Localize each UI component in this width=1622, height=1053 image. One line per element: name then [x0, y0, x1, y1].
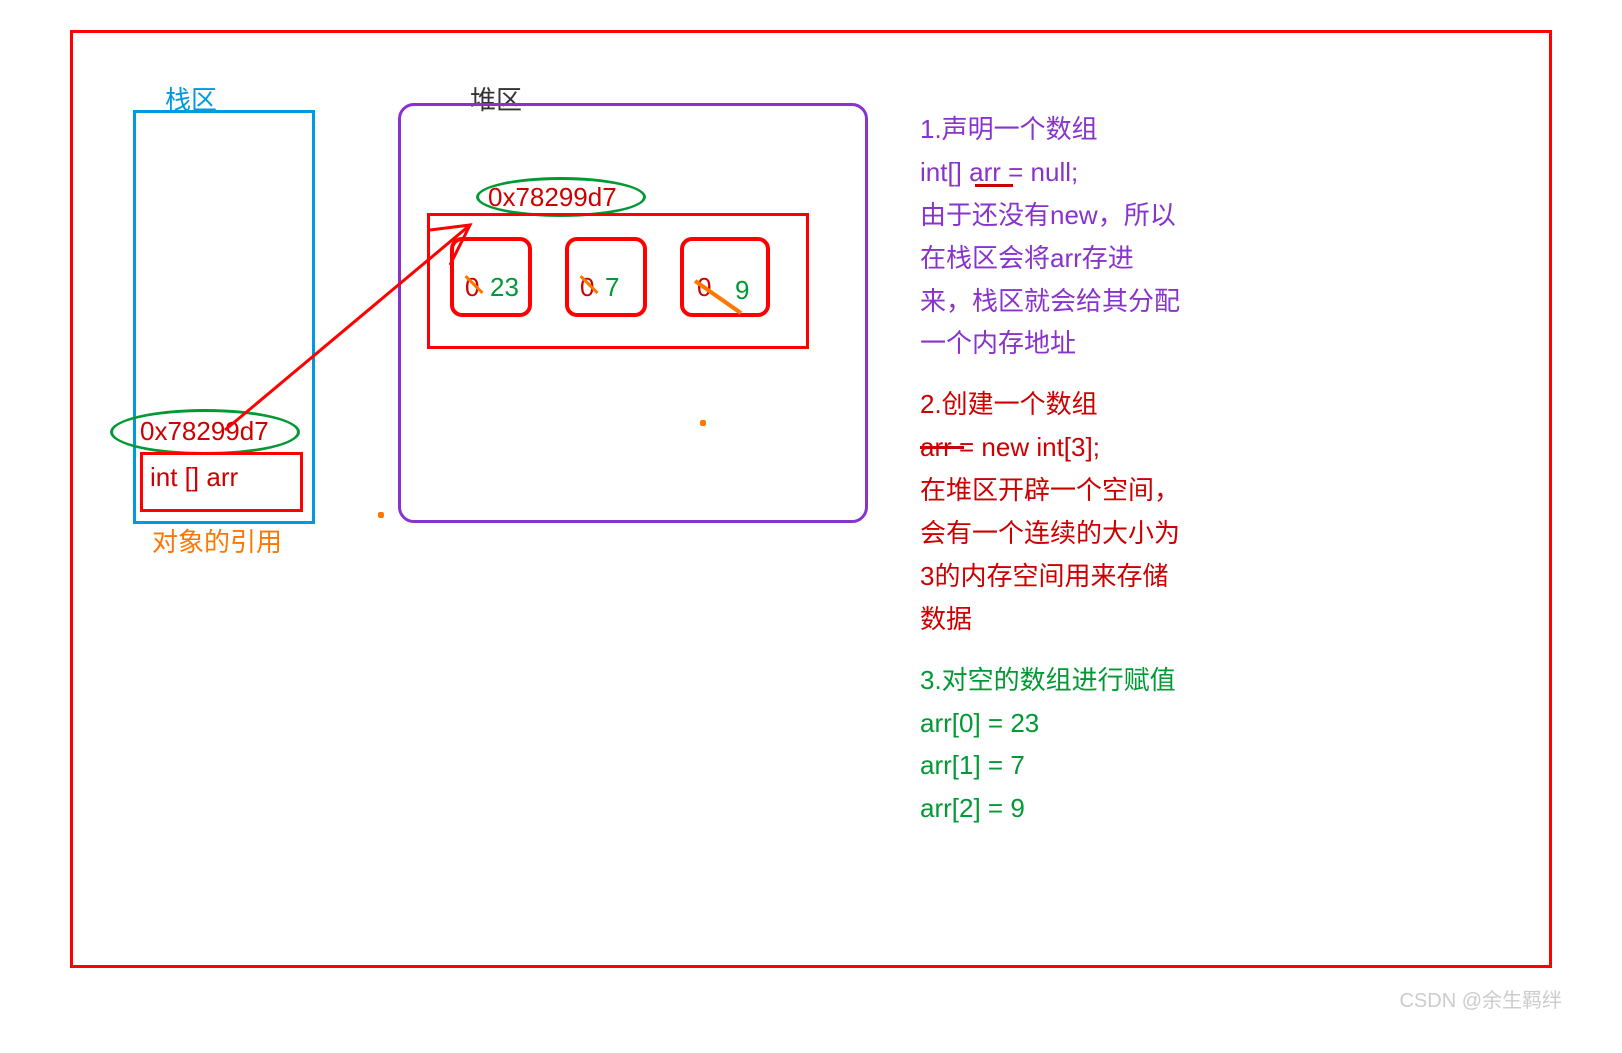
array-cell-1-value: 7	[605, 272, 619, 303]
section-3: 3.对空的数组进行赋值 arr[0] = 23 arr[1] = 7 arr[2…	[920, 659, 1180, 831]
watermark: CSDN @余生羁绊	[1399, 984, 1562, 1013]
section-1: 1.声明一个数组 int[] arr = null; 由于还没有new，所以在栈…	[920, 108, 1180, 365]
heap-address-text: 0x78299d7	[488, 182, 617, 213]
underline-icon	[920, 446, 964, 449]
array-cell-2-value: 9	[735, 275, 749, 306]
section-2: 2.创建一个数组 arr = new int[3]; 在堆区开辟一个空间，会有一…	[920, 383, 1180, 640]
section-1-body: 由于还没有new，所以在栈区会将arr存进来，栈区就会给其分配一个内存地址	[920, 194, 1180, 366]
section-3-title: 3.对空的数组进行赋值	[920, 659, 1180, 702]
section-3-line-3: arr[2] = 9	[920, 787, 1180, 830]
explanation-column: 1.声明一个数组 int[] arr = null; 由于还没有new，所以在栈…	[920, 108, 1180, 830]
array-cell-0-value: 23	[490, 272, 519, 303]
section-3-line-1: arr[0] = 23	[920, 702, 1180, 745]
dot-icon	[378, 512, 384, 518]
section-2-title: 2.创建一个数组	[920, 383, 1180, 426]
dot-icon	[700, 420, 706, 426]
section-1-title: 1.声明一个数组	[920, 108, 1180, 151]
object-reference-label: 对象的引用	[152, 522, 282, 559]
stack-address-text: 0x78299d7	[140, 416, 269, 447]
stack-variable-text: int [] arr	[150, 462, 238, 493]
section-1-code: int[] arr = null;	[920, 151, 1180, 194]
section-3-line-2: arr[1] = 7	[920, 744, 1180, 787]
underline-icon	[975, 184, 1013, 187]
section-2-body: 在堆区开辟一个空间，会有一个连续的大小为3的内存空间用来存储数据	[920, 469, 1180, 641]
